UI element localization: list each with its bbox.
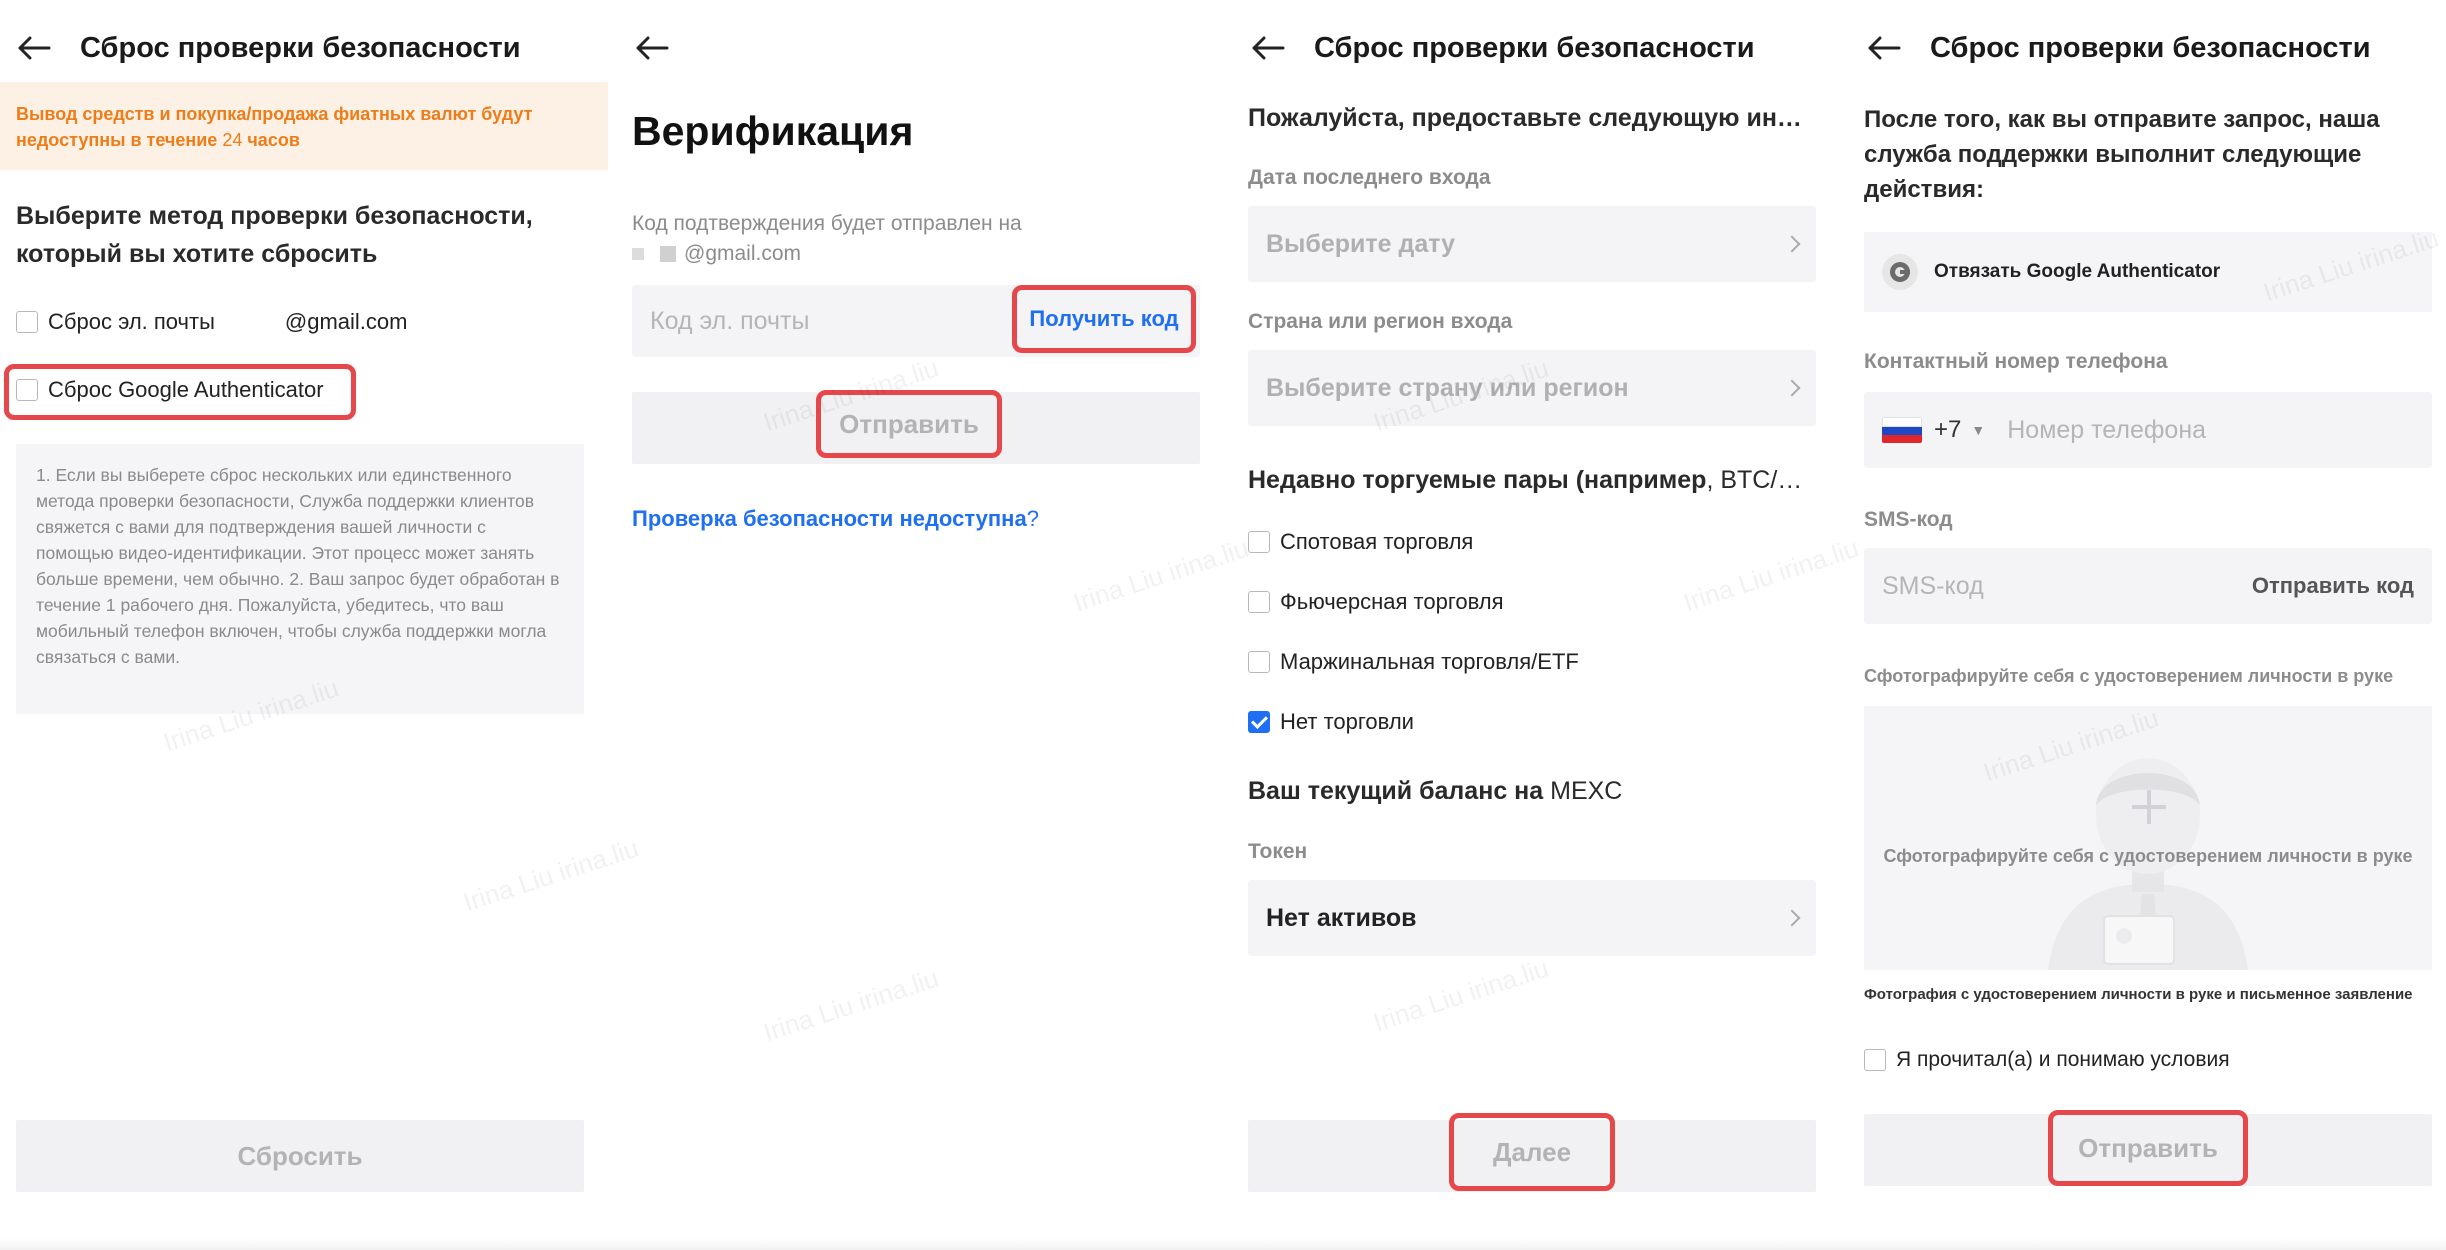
phone-placeholder: Номер телефона	[2007, 415, 2207, 444]
method-heading: Выберите метод проверки безопасности, ко…	[16, 202, 533, 268]
intro-text: После того, как вы отправите запрос, наш…	[1864, 106, 2380, 203]
balance-heading-bold: Ваш текущий баланс на	[1248, 777, 1544, 805]
plus-icon[interactable]	[2132, 790, 2166, 824]
option-spot[interactable]: Спотовая торговля	[1248, 529, 1473, 555]
redacted-mark	[632, 248, 644, 260]
photo-upload-area[interactable]: Сфотографируйте себя с удостоверением ли…	[1864, 706, 2432, 970]
screen-provide-info: Сброс проверки безопасности Пожалуйста, …	[1232, 0, 1844, 1250]
token-value: Нет активов	[1266, 903, 1417, 932]
info-box: 1. Если вы выберете сброс нескольких или…	[16, 444, 584, 714]
spot-checkbox[interactable]	[1248, 531, 1270, 553]
photo-label: Сфотографируйте себя с удостоверением ли…	[1864, 666, 2394, 686]
option-google-reset[interactable]: Сброс Google Authenticator	[16, 377, 324, 403]
unavailable-link-text: Проверка безопасности недоступна	[632, 506, 1027, 531]
terms-agreement[interactable]: Я прочитал(а) и понимаю условия	[1864, 1048, 2230, 1072]
country-code[interactable]: +7	[1934, 416, 1961, 444]
option-margin[interactable]: Маржинальная торговля/ETF	[1248, 649, 1579, 675]
terms-checkbox[interactable]	[1864, 1049, 1886, 1071]
screen-submit-request: Сброс проверки безопасности После того, …	[1848, 0, 2446, 1250]
sms-input[interactable]: SMS-код Отправить код	[1864, 548, 2432, 624]
page-title: Сброс проверки безопасности	[1314, 32, 1755, 64]
chevron-right-icon	[1783, 379, 1801, 397]
last-login-label: Дата последнего входа	[1248, 166, 1491, 189]
submit-button[interactable]: Отправить	[816, 390, 1002, 458]
back-arrow-icon[interactable]	[1864, 28, 1904, 68]
page-title: Сброс проверки безопасности	[80, 32, 521, 64]
phone-input[interactable]: +7 ▼ Номер телефона	[1864, 392, 2432, 468]
intro-text: Пожалуйста, предоставьте следующую ин…	[1248, 104, 1802, 132]
google-reset-checkbox[interactable]	[16, 379, 38, 401]
screen-verification: Верификация Код подтверждения будет отпр…	[616, 0, 1228, 1250]
balance-heading: Ваш текущий баланс на MEXC	[1248, 777, 1622, 806]
date-placeholder: Выберите дату	[1266, 229, 1456, 258]
pairs-heading-bold: Недавно торгуемые пары (например	[1248, 466, 1707, 494]
reset-button[interactable]: Сбросить	[16, 1120, 584, 1192]
token-label: Токен	[1248, 840, 1308, 863]
option-label: Маржинальная торговля/ETF	[1280, 649, 1579, 674]
option-email-value: @gmail.com	[284, 309, 408, 334]
option-no-trading[interactable]: Нет торговли	[1248, 709, 1414, 735]
email-reset-checkbox[interactable]	[16, 311, 38, 333]
sent-to-email: @gmail.com	[684, 242, 802, 265]
region-select[interactable]: Выберите страну или регион	[1248, 350, 1816, 426]
send-code-button[interactable]: Отправить код	[2252, 573, 2414, 599]
warning-notice: Вывод средств и покупка/продажа фиатных …	[0, 82, 608, 170]
screen-reset-method: Сброс проверки безопасности Вывод средст…	[0, 0, 612, 1250]
sent-to-email-row: @gmail.com	[632, 242, 801, 266]
page-title: Сброс проверки безопасности	[1930, 32, 2371, 64]
bottom-shadow	[0, 1238, 2446, 1250]
security-unavailable-link[interactable]: Проверка безопасности недоступна?	[632, 506, 1039, 532]
redacted-mark	[660, 246, 676, 262]
futures-checkbox[interactable]	[1248, 591, 1270, 613]
option-google-label: Сброс Google Authenticator	[48, 377, 324, 402]
pairs-heading-rest: , BTC/…	[1706, 466, 1803, 494]
back-arrow-icon[interactable]	[1248, 28, 1288, 68]
next-button[interactable]: Далее	[1449, 1113, 1615, 1191]
sent-to-label: Код подтверждения будет отправлен на	[632, 212, 1022, 235]
photo-upload-text: Сфотографируйте себя с удостоверением ли…	[1883, 846, 2413, 866]
option-label: Спотовая торговля	[1280, 529, 1474, 554]
margin-checkbox[interactable]	[1248, 651, 1270, 673]
region-placeholder: Выберите страну или регион	[1266, 373, 1629, 402]
option-email-label: Сброс эл. почты	[48, 309, 215, 334]
caret-down-icon[interactable]: ▼	[1971, 422, 1985, 438]
sms-label: SMS-код	[1864, 508, 1953, 531]
email-code-placeholder: Код эл. почты	[650, 306, 810, 335]
option-email-reset[interactable]: Сброс эл. почты @gmail.com	[16, 309, 407, 335]
option-futures[interactable]: Фьючерсная торговля	[1248, 589, 1504, 615]
region-label: Страна или регион входа	[1248, 310, 1513, 333]
back-arrow-icon[interactable]	[14, 28, 54, 68]
unavailable-link-q: ?	[1026, 506, 1039, 531]
photo-caption: Фотография с удостоверением личности в р…	[1864, 986, 2413, 1003]
google-authenticator-icon	[1882, 254, 1918, 290]
option-label: Нет торговли	[1280, 709, 1414, 734]
option-label: Фьючерсная торговля	[1280, 589, 1504, 614]
back-arrow-icon[interactable]	[632, 28, 672, 68]
chevron-right-icon	[1783, 235, 1801, 253]
russia-flag-icon	[1882, 417, 1922, 443]
token-select[interactable]: Нет активов	[1248, 880, 1816, 956]
balance-heading-rest: MEXC	[1543, 777, 1623, 805]
date-select[interactable]: Выберите дату	[1248, 206, 1816, 282]
page-title: Верификация	[632, 108, 914, 154]
notice-unit: часов	[242, 130, 300, 150]
pairs-heading: Недавно торгуемые пары (например, BTC/…	[1248, 466, 1802, 495]
sms-placeholder: SMS-код	[1882, 571, 1984, 600]
no-trading-checkbox[interactable]	[1248, 711, 1270, 733]
notice-hours: 24	[222, 130, 243, 150]
action-item: Отвязать Google Authenticator	[1864, 232, 2432, 312]
action-item-label: Отвязать Google Authenticator	[1934, 261, 2221, 282]
get-code-button[interactable]: Получить код	[1012, 285, 1196, 353]
chevron-right-icon	[1783, 909, 1801, 927]
terms-label: Я прочитал(а) и понимаю условия	[1896, 1048, 2230, 1071]
phone-label: Контактный номер телефона	[1864, 350, 2168, 373]
submit-button[interactable]: Отправить	[2048, 1110, 2248, 1186]
